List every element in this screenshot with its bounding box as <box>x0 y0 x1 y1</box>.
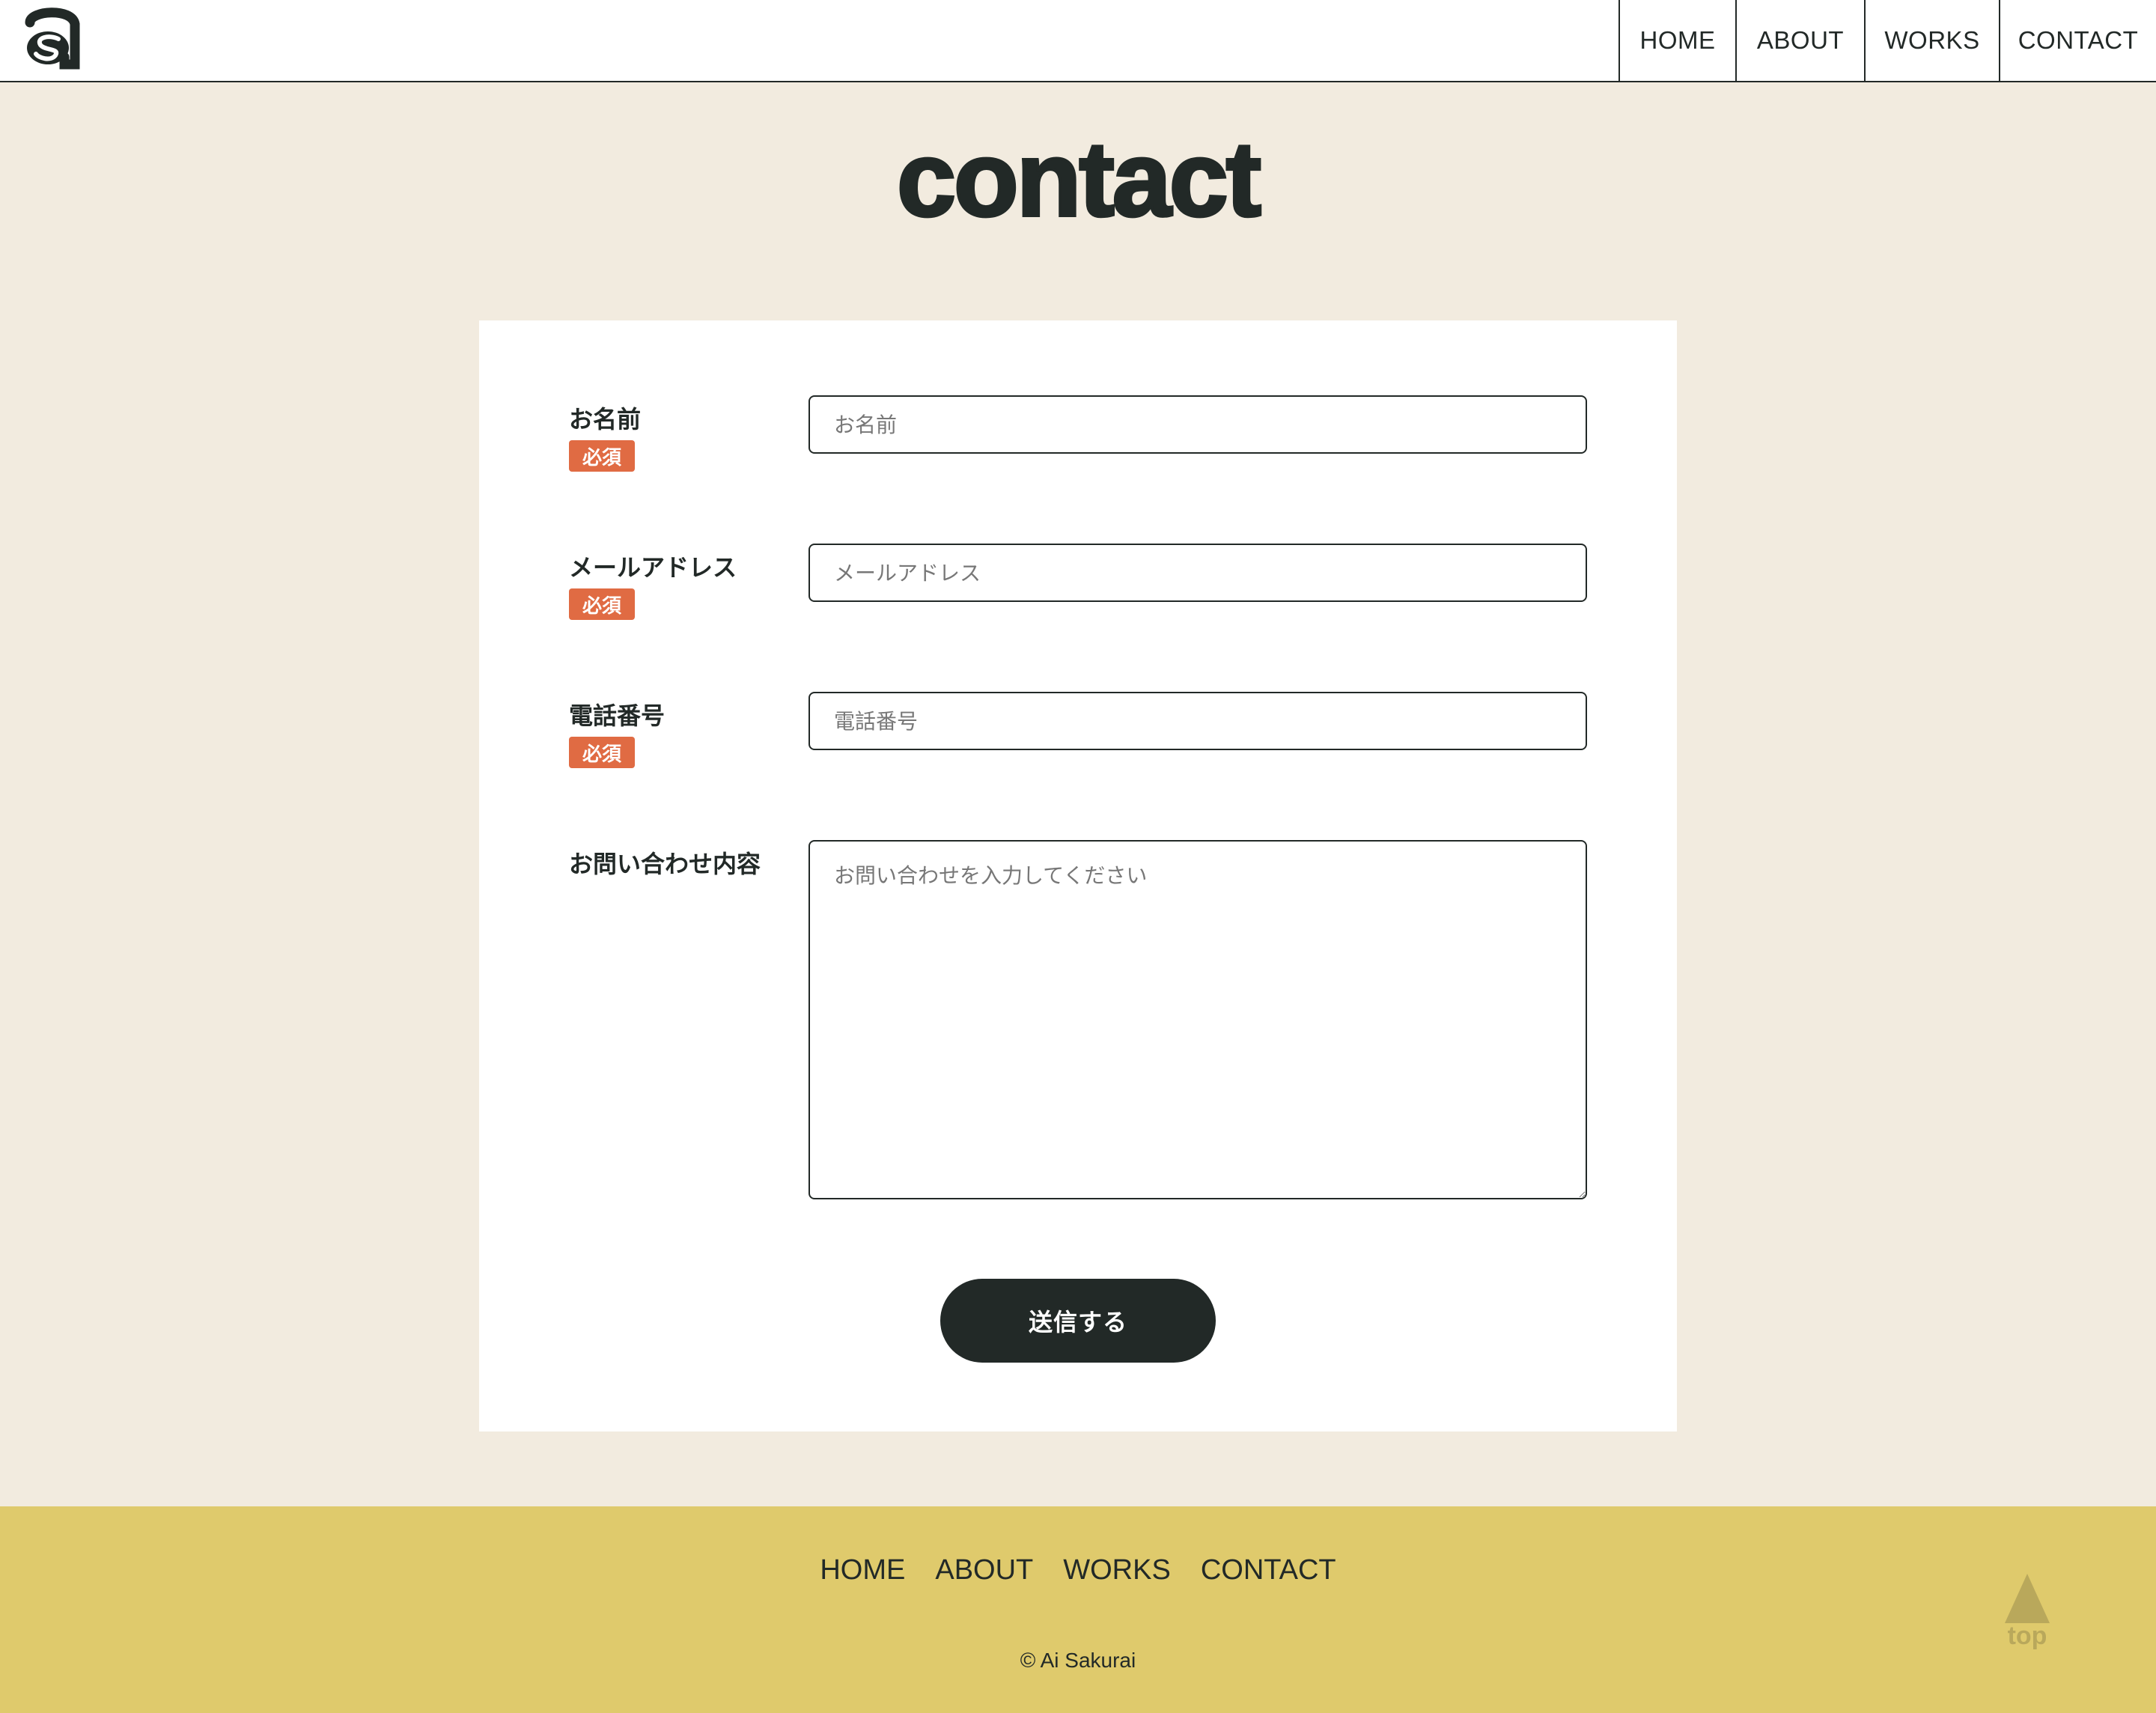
name-required-badge: 必須 <box>569 440 635 472</box>
name-input[interactable] <box>808 395 1587 454</box>
site-header: HOME ABOUT WORKS CONTACT <box>0 0 2156 82</box>
footer-nav-works[interactable]: WORKS <box>1063 1554 1171 1586</box>
email-required-badge: 必須 <box>569 588 635 620</box>
up-triangle-icon <box>2005 1574 2050 1623</box>
nav-contact[interactable]: CONTACT <box>1999 0 2156 81</box>
submit-button[interactable]: 送信する <box>940 1279 1216 1363</box>
phone-input[interactable] <box>808 692 1587 750</box>
phone-required-badge: 必須 <box>569 737 635 768</box>
to-top-label: top <box>2007 1622 2047 1650</box>
email-label: メールアドレス <box>569 554 737 581</box>
footer-nav: HOME ABOUT WORKS CONTACT <box>0 1554 2156 1586</box>
message-label: お問い合わせ内容 <box>569 851 761 877</box>
header-nav: HOME ABOUT WORKS CONTACT <box>1618 0 2156 81</box>
page-title: contact <box>895 118 1263 240</box>
copyright-text: © Ai Sakurai <box>1020 1649 1136 1672</box>
email-input[interactable] <box>808 544 1587 602</box>
nav-home[interactable]: HOME <box>1618 0 1735 81</box>
nav-about[interactable]: ABOUT <box>1735 0 1864 81</box>
name-label: お名前 <box>569 406 642 433</box>
nav-works[interactable]: WORKS <box>1864 0 1999 81</box>
phone-label: 電話番号 <box>569 702 666 729</box>
footer-nav-about[interactable]: ABOUT <box>935 1554 1033 1586</box>
logo-icon[interactable] <box>19 4 85 70</box>
footer-nav-contact[interactable]: CONTACT <box>1201 1554 1336 1586</box>
footer-nav-home[interactable]: HOME <box>820 1554 905 1586</box>
message-textarea[interactable] <box>808 840 1587 1199</box>
contact-form: お名前 必須 メールアドレス 必須 電話番号 必須 お問い合わせ内容 送信する <box>479 320 1677 1431</box>
site-footer: HOME ABOUT WORKS CONTACT © Ai Sakurai to… <box>0 1506 2156 1713</box>
back-to-top-button[interactable]: top <box>2003 1574 2051 1664</box>
